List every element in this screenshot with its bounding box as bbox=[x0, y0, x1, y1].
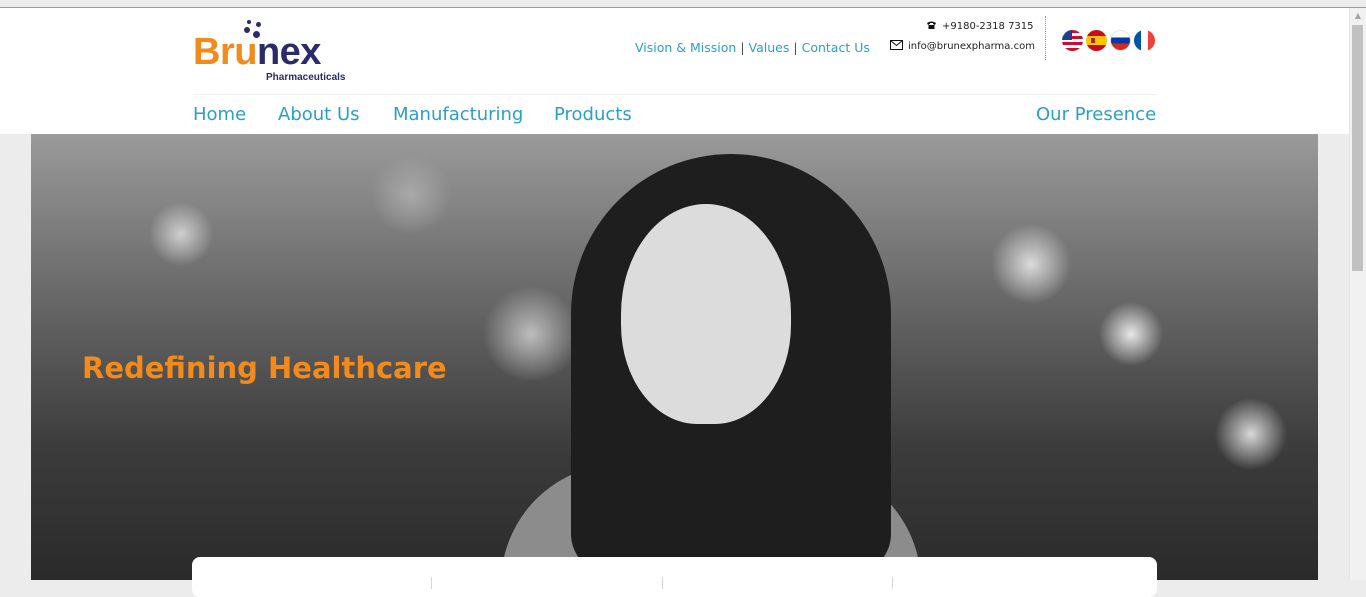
phone-row: +9180-2318 7315 bbox=[926, 20, 1034, 32]
nav-home[interactable]: Home bbox=[193, 104, 246, 125]
phone-number: +9180-2318 7315 bbox=[942, 21, 1034, 32]
feature-card bbox=[192, 557, 1157, 597]
card-divider bbox=[662, 577, 663, 589]
nav-products[interactable]: Products bbox=[554, 104, 632, 125]
email-address[interactable]: info@brunexpharma.com bbox=[908, 41, 1035, 52]
brunex-logo[interactable]: Brunex Pharmaceuticals bbox=[193, 16, 353, 86]
link-separator: | bbox=[740, 40, 745, 55]
top-links: Vision & Mission | Values | Contact Us bbox=[635, 40, 870, 55]
nav-manufacturing[interactable]: Manufacturing bbox=[393, 104, 523, 125]
logo-subtitle: Pharmaceuticals bbox=[266, 72, 346, 83]
mail-icon bbox=[890, 40, 903, 50]
card-divider bbox=[892, 577, 893, 589]
hero-image-face bbox=[621, 204, 791, 424]
logo-text-u: u bbox=[234, 31, 257, 73]
scrollbar-thumb[interactable] bbox=[1352, 25, 1363, 271]
card-divider bbox=[431, 577, 432, 589]
header-divider bbox=[1045, 16, 1046, 60]
vision-mission-link[interactable]: Vision & Mission bbox=[635, 40, 736, 55]
spain-flag-icon[interactable] bbox=[1086, 30, 1107, 51]
logo-dot bbox=[247, 20, 251, 24]
email-row[interactable]: info@brunexpharma.com bbox=[890, 40, 1035, 52]
russia-flag-icon[interactable] bbox=[1110, 30, 1131, 51]
contact-us-link[interactable]: Contact Us bbox=[802, 40, 870, 55]
logo-text-nex: nex bbox=[256, 31, 321, 73]
hero-banner: Redefining Healthcare bbox=[31, 134, 1318, 580]
nav-our-presence[interactable]: Our Presence bbox=[1036, 104, 1156, 125]
vertical-scrollbar[interactable]: ▲ bbox=[1349, 8, 1366, 580]
logo-dot bbox=[256, 22, 261, 27]
logo-text-br: Br bbox=[193, 31, 235, 73]
hero-title: Redefining Healthcare bbox=[82, 351, 447, 385]
values-link[interactable]: Values bbox=[749, 40, 790, 55]
nav-about-us[interactable]: About Us bbox=[278, 104, 360, 125]
scroll-up-arrow-icon[interactable]: ▲ bbox=[1350, 8, 1366, 24]
nav-divider bbox=[193, 94, 1156, 95]
france-flag-icon[interactable] bbox=[1134, 30, 1155, 51]
us-flag-icon[interactable] bbox=[1062, 30, 1083, 51]
phone-icon bbox=[927, 21, 936, 29]
link-separator: | bbox=[793, 40, 798, 55]
logo-wordmark: Brunex bbox=[193, 32, 321, 72]
